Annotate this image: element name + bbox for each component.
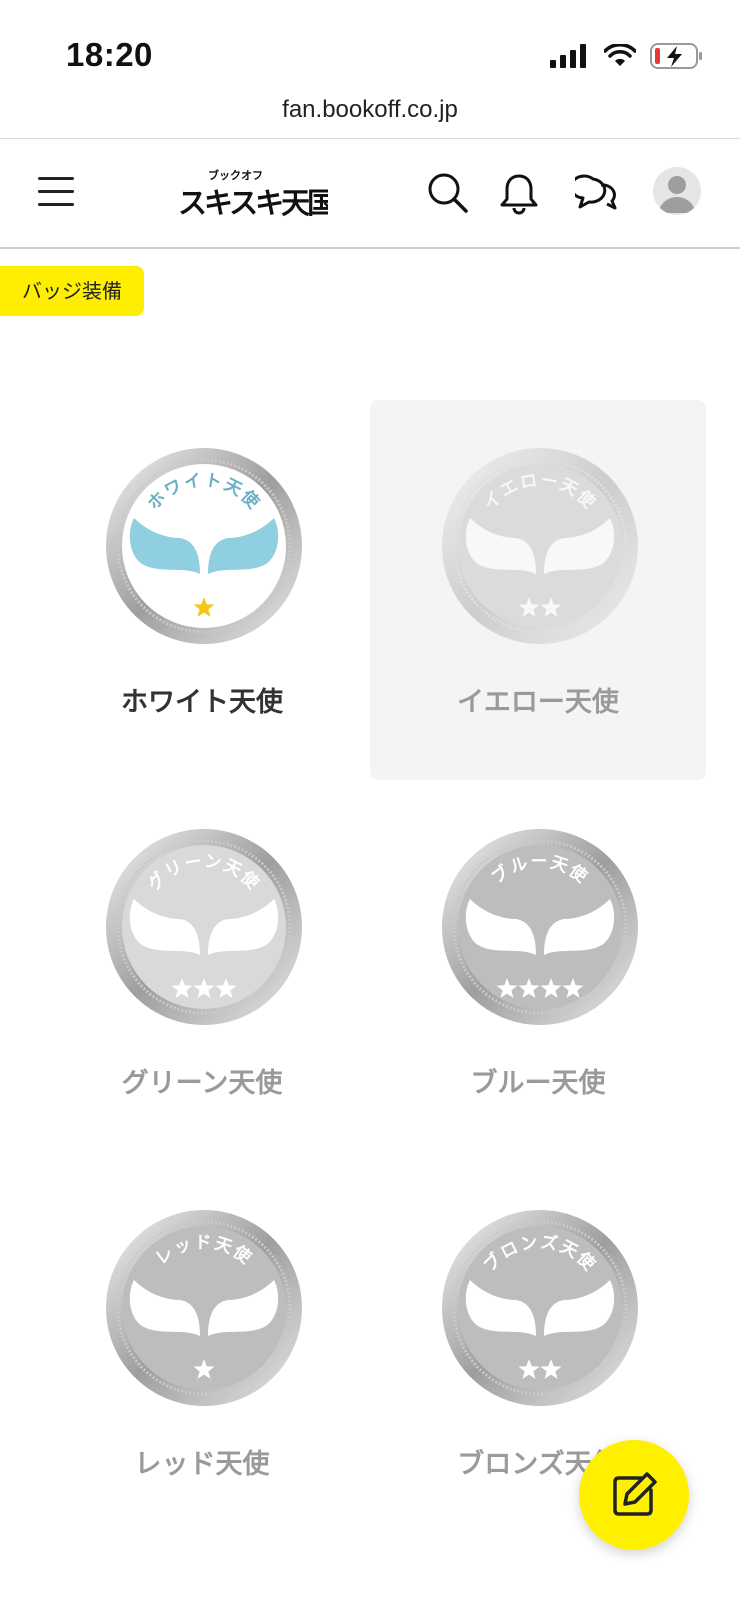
bell-icon[interactable] (497, 171, 541, 215)
browser-url-bar[interactable]: fan.bookoff.co.jp (0, 92, 740, 139)
chat-icon[interactable] (575, 171, 619, 215)
angel-badge-icon: レッド天使 (106, 1210, 302, 1406)
logo-small-text: ブックオフ (208, 168, 263, 182)
signal-icon (550, 44, 586, 68)
status-bar: 18:20 (0, 0, 740, 92)
wifi-icon (604, 44, 636, 66)
badge-name: レッド天使 (134, 1449, 270, 1480)
status-icons (550, 40, 704, 72)
badge-card[interactable]: グリーン天使 グリーン天使 (34, 781, 370, 1161)
badge-name: ブルー天使 (470, 1068, 606, 1099)
avatar-placeholder-icon (659, 176, 695, 213)
angel-badge-icon: ブルー天使 (442, 829, 638, 1025)
app-header: ブックオフ スキスキ天国 (0, 139, 740, 249)
search-icon[interactable] (426, 171, 470, 215)
badge-name: ホワイト天使 (121, 687, 283, 718)
badge-card[interactable]: イエロー天使 イエロー天使 (370, 400, 706, 780)
site-logo[interactable]: ブックオフ スキスキ天国 (178, 165, 328, 225)
menu-icon[interactable] (38, 177, 74, 207)
edit-icon (613, 1472, 657, 1516)
badge-card[interactable]: ブルー天使 ブルー天使 (370, 781, 706, 1161)
badge-equip-tag[interactable]: バッジ装備 (0, 266, 144, 316)
angel-badge-icon: グリーン天使 (106, 829, 302, 1025)
angel-badge-icon: ブロンズ天使 (442, 1210, 638, 1406)
angel-badge-icon: ホワイト天使 (106, 448, 302, 644)
angel-badge-icon: イエロー天使 (442, 448, 638, 644)
badge-name: グリーン天使 (121, 1068, 283, 1099)
battery-charging-icon (650, 43, 702, 69)
user-avatar[interactable] (653, 167, 701, 215)
badge-card[interactable]: ホワイト天使 ホワイト天使 (34, 400, 370, 780)
edit-post-button[interactable] (579, 1440, 689, 1550)
status-time: 18:20 (66, 36, 153, 73)
logo-main-text: スキスキ天国 (178, 186, 328, 220)
badge-card[interactable]: レッド天使 レッド天使 (34, 1162, 370, 1542)
badge-name: イエロー天使 (457, 687, 619, 718)
url-text: fan.bookoff.co.jp (282, 96, 458, 123)
